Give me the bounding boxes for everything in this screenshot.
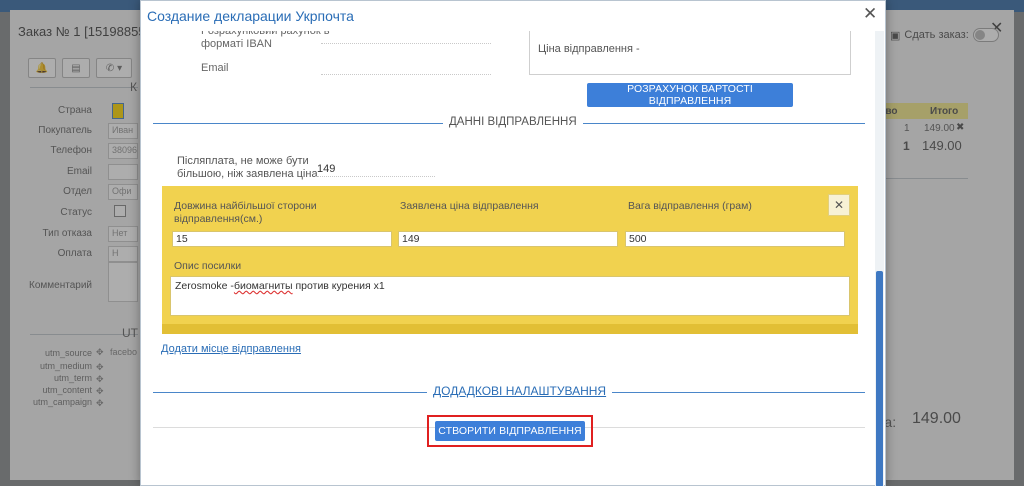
email-field[interactable] bbox=[321, 74, 491, 75]
modal-title: Создание декларации Укрпочта bbox=[147, 8, 354, 24]
declared-value-label: Заявлена ціна відправлення bbox=[400, 200, 539, 212]
shipment-section-title: ДАННІ ВІДПРАВЛЕННЯ bbox=[443, 116, 583, 128]
description-misspelled-word: биомагниты bbox=[233, 280, 293, 292]
parcel-block: Довжина найбільшої сторони відправлення(… bbox=[162, 186, 858, 334]
description-label: Опис посилки bbox=[174, 260, 242, 272]
close-icon: ✕ bbox=[833, 198, 845, 212]
email-field-label: Email bbox=[201, 62, 229, 74]
weight-input[interactable] bbox=[625, 231, 845, 247]
create-button-highlight: Створити відправлення bbox=[427, 415, 593, 447]
description-suffix: против курения x1 bbox=[292, 280, 385, 292]
modal-close-icon[interactable]: ✕ bbox=[863, 4, 877, 24]
length-input[interactable] bbox=[172, 231, 392, 247]
extra-settings-toggle[interactable]: ДОДАДКОВІ НАЛАШТУВАННЯ bbox=[427, 384, 613, 398]
declared-value-input[interactable] bbox=[398, 231, 618, 247]
iban-label: Розрахунковий рахунок в форматі IBAN bbox=[201, 31, 330, 50]
calculate-cost-button[interactable]: Розрахунок вартості відправлення bbox=[587, 83, 793, 107]
modal-scrollbar[interactable] bbox=[875, 31, 884, 486]
description-textarea[interactable]: Zerosmoke -биомагниты против курения x1 bbox=[170, 276, 850, 316]
modal-scroll-thumb[interactable] bbox=[876, 271, 883, 486]
description-prefix: Zerosmoke - bbox=[175, 280, 234, 292]
parcel-remove-button[interactable]: ✕ bbox=[828, 194, 850, 216]
cod-label: Післяплата, не може бути більшою, ніж за… bbox=[177, 155, 318, 180]
weight-label: Вага відправлення (грам) bbox=[628, 200, 752, 212]
cod-input[interactable] bbox=[315, 161, 435, 177]
cost-box: Ціна відправлення - bbox=[529, 31, 851, 75]
shipping-cost-text: Ціна відправлення - bbox=[538, 43, 640, 55]
parcel-block-inner: Довжина найбільшої сторони відправлення(… bbox=[162, 186, 858, 324]
length-label: Довжина найбільшої сторони відправлення(… bbox=[174, 200, 317, 225]
add-shipment-place-link[interactable]: Додати місце відправлення bbox=[161, 343, 301, 355]
create-shipment-button[interactable]: Створити відправлення bbox=[435, 421, 585, 441]
ukrposhta-declaration-modal: Создание декларации Укрпочта ✕ Розрахунк… bbox=[140, 0, 886, 486]
iban-input[interactable] bbox=[321, 43, 491, 44]
